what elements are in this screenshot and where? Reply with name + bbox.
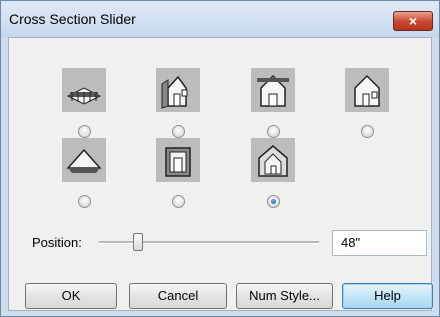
position-value-field[interactable]: 48": [332, 230, 427, 256]
close-button[interactable]: ×: [393, 11, 433, 31]
dialog-window: Cross Section Slider × Position: 48" OK …: [0, 0, 440, 317]
position-slider-track[interactable]: [99, 241, 319, 244]
ok-button[interactable]: OK: [25, 283, 117, 309]
position-slider-thumb[interactable]: [133, 233, 143, 251]
radio-option-4[interactable]: [361, 125, 374, 138]
house-side-cut-icon[interactable]: [251, 68, 295, 112]
house-interior-cut-icon[interactable]: [251, 138, 295, 182]
house-roof-cut-icon[interactable]: [62, 138, 106, 182]
roof-section-icon[interactable]: [62, 68, 106, 112]
dialog-title: Cross Section Slider: [9, 11, 136, 27]
wall-section-icon[interactable]: [156, 138, 200, 182]
radio-option-5[interactable]: [78, 195, 91, 208]
title-bar[interactable]: Cross Section Slider ×: [1, 1, 439, 37]
house-full-icon[interactable]: [345, 68, 389, 112]
radio-option-6[interactable]: [172, 195, 185, 208]
radio-option-1[interactable]: [78, 125, 91, 138]
position-label: Position:: [32, 235, 82, 250]
house-front-cut-icon[interactable]: [156, 68, 200, 112]
num-style-button[interactable]: Num Style...: [236, 283, 333, 309]
cancel-button[interactable]: Cancel: [129, 283, 227, 309]
radio-option-3[interactable]: [267, 125, 280, 138]
help-button[interactable]: Help: [342, 283, 433, 309]
radio-option-2[interactable]: [172, 125, 185, 138]
radio-option-7[interactable]: [267, 195, 280, 208]
